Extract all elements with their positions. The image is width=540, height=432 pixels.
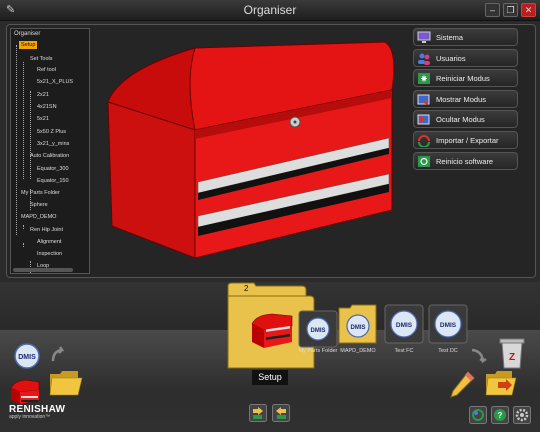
menu-item-label: Reinicio software bbox=[436, 156, 494, 166]
menu-item-importar-exportar[interactable]: Importar / Exportar bbox=[413, 130, 518, 149]
minimize-button[interactable]: – bbox=[485, 3, 500, 17]
menu-item-label: Reiniciar Modus bbox=[436, 74, 490, 84]
tree-item[interactable]: 5x21_X_PLUS bbox=[37, 79, 73, 85]
title-bar: ✎ Organiser – ❐ ✕ bbox=[0, 0, 540, 21]
window-title: Organiser bbox=[243, 3, 297, 17]
tree-item[interactable]: My Parts Folder bbox=[21, 190, 60, 196]
menu-item-mostrar-modus[interactable]: Mostrar Modus bbox=[413, 89, 518, 108]
menu-item-label: Sistema bbox=[436, 33, 464, 42]
dmis-icon[interactable]: DMIS bbox=[12, 342, 42, 370]
users-icon bbox=[418, 53, 430, 65]
recycle-bin-icon[interactable]: Z bbox=[498, 336, 526, 370]
restart-icon bbox=[418, 73, 430, 85]
menu-item-label: Mostrar Modus bbox=[436, 94, 487, 104]
svg-text:DMIS: DMIS bbox=[311, 328, 326, 334]
tree-item[interactable]: Auto Calibration bbox=[30, 153, 69, 159]
show-window-icon bbox=[417, 94, 430, 105]
tree-item[interactable]: 3x21_y_mins bbox=[37, 141, 69, 147]
hide-window-icon bbox=[417, 114, 430, 125]
tree-item-setup[interactable]: Setup bbox=[19, 41, 38, 49]
sync-icon[interactable] bbox=[469, 406, 487, 424]
tree-header: Organiser bbox=[14, 31, 41, 37]
tree-item[interactable]: 2x21 bbox=[37, 92, 49, 98]
carousel-item-mapd-demo[interactable]: DMIS bbox=[338, 304, 378, 344]
svg-text:Z: Z bbox=[509, 352, 515, 363]
tree-item[interactable]: Equator_300 bbox=[37, 166, 69, 172]
refresh-arrow-icon[interactable] bbox=[50, 346, 66, 364]
toolbox-icon[interactable] bbox=[8, 378, 42, 406]
menu-item-reinicio-software[interactable]: Reinicio software bbox=[413, 151, 518, 170]
stack-count: 2 bbox=[244, 284, 249, 293]
pencil-icon[interactable] bbox=[448, 370, 476, 400]
brand-logo: RENISHAW apply innovation™ bbox=[9, 404, 65, 420]
svg-text:DMIS: DMIS bbox=[396, 322, 413, 329]
menu-item-label: Importar / Exportar bbox=[436, 135, 499, 145]
tree-item[interactable]: Sphere bbox=[30, 202, 48, 208]
organiser-tree[interactable]: Organiser Setup Set Tools Ref tool 5x21_… bbox=[10, 28, 90, 274]
import-export-icon bbox=[418, 135, 430, 147]
folder-move-icon[interactable] bbox=[484, 368, 518, 398]
svg-text:?: ? bbox=[498, 411, 503, 420]
tree-item[interactable]: MAPD_DEMO bbox=[21, 214, 56, 220]
tree-item[interactable]: 5x50 Z Plus bbox=[37, 129, 66, 135]
carousel-label: Test DC bbox=[438, 348, 458, 354]
help-icon[interactable]: ? bbox=[491, 406, 509, 424]
tree-scrollbar[interactable] bbox=[13, 268, 73, 272]
svg-text:DMIS: DMIS bbox=[351, 325, 366, 331]
system-menu: Sistema Usuarios Reiniciar Modus Mostrar… bbox=[413, 28, 518, 172]
move-left-icon[interactable] bbox=[249, 404, 267, 422]
tree-item[interactable]: Set Tools bbox=[30, 56, 53, 62]
tree-item[interactable]: Ren Hip Joint bbox=[30, 227, 63, 233]
menu-item-label: Ocultar Modus bbox=[436, 115, 485, 125]
carousel-item-test-fc[interactable]: DMIS bbox=[384, 304, 424, 344]
tree-item[interactable]: Inspection bbox=[37, 251, 62, 257]
tree-item[interactable]: 4x21SN bbox=[37, 104, 57, 110]
menu-item-ocultar-modus[interactable]: Ocultar Modus bbox=[413, 110, 518, 129]
system-monitor-icon bbox=[417, 31, 431, 43]
menu-item-label: Usuarios bbox=[436, 53, 466, 63]
tree-item[interactable]: Equator_150 bbox=[37, 178, 69, 184]
carousel-item-test-dc[interactable]: DMIS bbox=[428, 304, 468, 344]
tree-item[interactable]: Alignment bbox=[37, 239, 61, 245]
tree-item[interactable]: 5x21 bbox=[37, 116, 49, 122]
settings-gear-icon[interactable] bbox=[513, 406, 531, 424]
menu-item-reiniciar-modus[interactable]: Reiniciar Modus bbox=[413, 69, 518, 88]
svg-text:DMIS: DMIS bbox=[18, 354, 36, 361]
software-restart-icon bbox=[418, 155, 430, 167]
tree-item[interactable]: Ref tool bbox=[37, 67, 56, 73]
toolbox-illustration bbox=[107, 41, 395, 259]
svg-text:DMIS: DMIS bbox=[440, 322, 457, 329]
carousel-item-my-parts-folder[interactable]: DMIS bbox=[298, 308, 338, 348]
move-right-icon[interactable] bbox=[272, 404, 290, 422]
menu-item-sistema[interactable]: Sistema bbox=[413, 28, 518, 46]
folder-icon[interactable] bbox=[48, 368, 84, 398]
restore-button[interactable]: ❐ bbox=[503, 3, 518, 17]
arrow-down-right-icon[interactable] bbox=[470, 348, 488, 366]
close-button[interactable]: ✕ bbox=[521, 3, 536, 17]
menu-item-usuarios[interactable]: Usuarios bbox=[413, 48, 518, 67]
selected-item-label: Setup bbox=[252, 370, 288, 385]
